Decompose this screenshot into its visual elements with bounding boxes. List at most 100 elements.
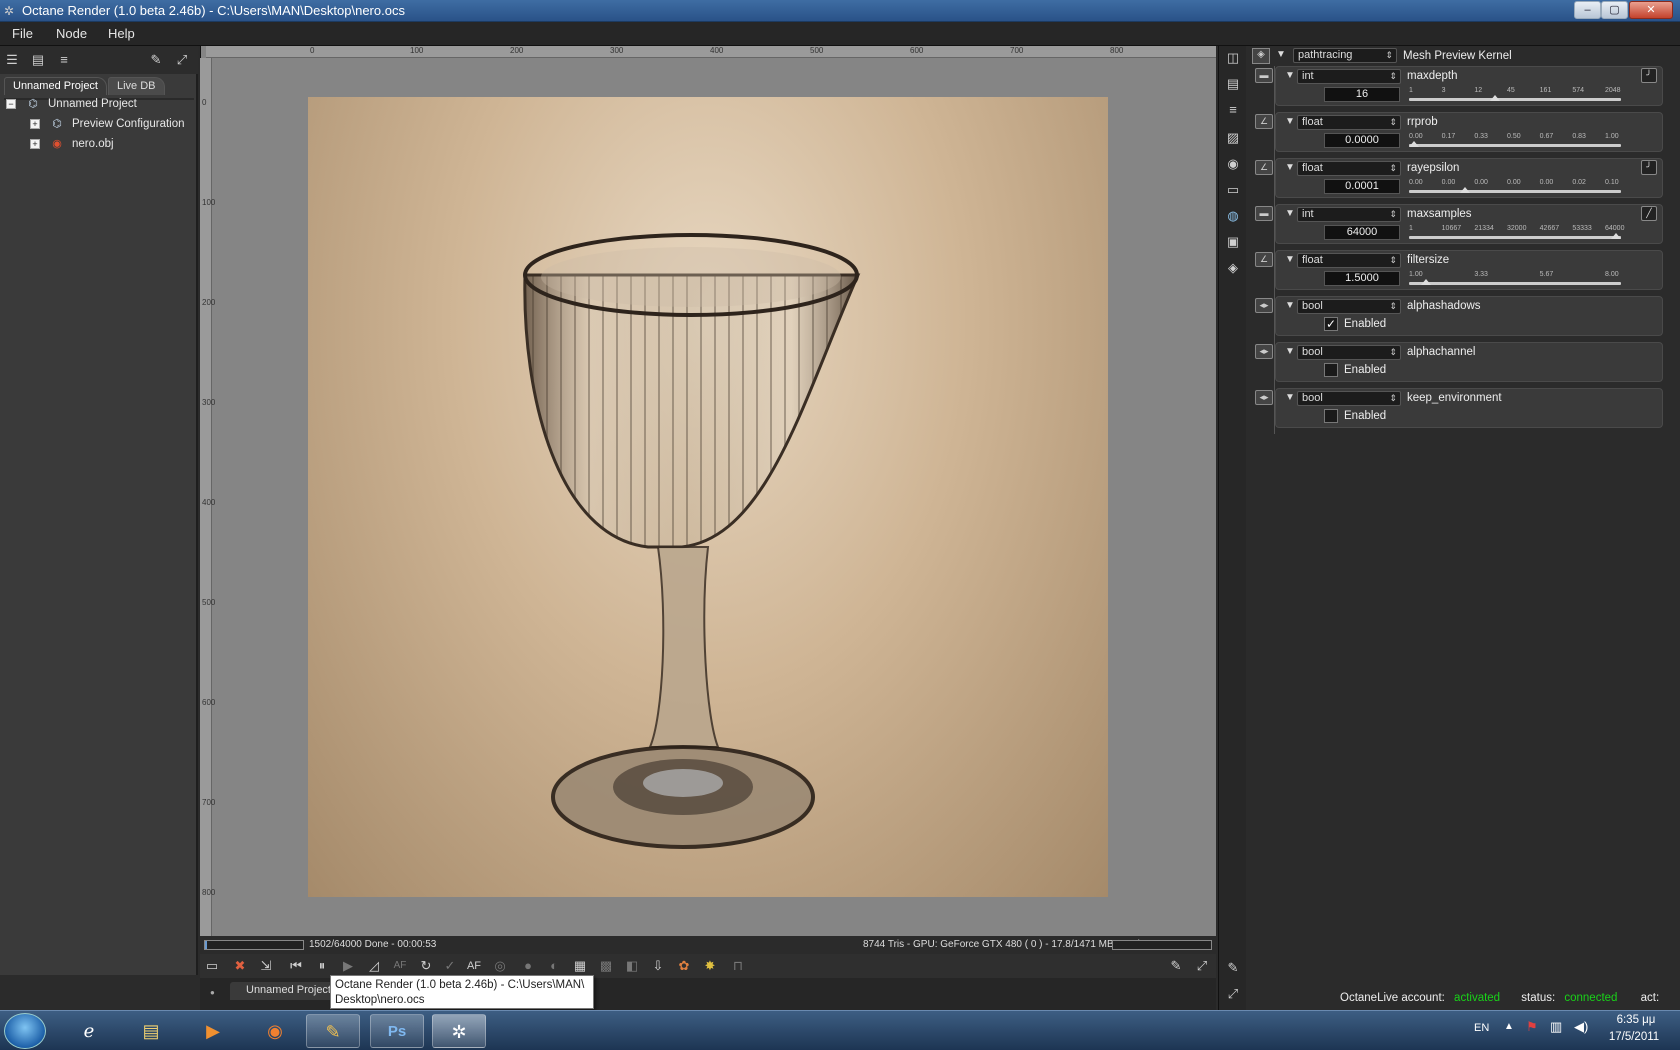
param-type-select[interactable]: float ⇕ — [1297, 161, 1401, 176]
param-type-icon[interactable]: ∠ — [1255, 114, 1273, 129]
minimize-button[interactable]: – — [1574, 1, 1601, 19]
param-type-icon[interactable]: ▬ — [1255, 206, 1273, 221]
volume-icon[interactable]: ◀) — [1574, 1019, 1588, 1035]
autofocus-button[interactable]: AF — [464, 957, 484, 975]
param-slider[interactable]: 0.00 0.17 0.33 0.50 0.67 0.83 1.00 — [1409, 133, 1621, 149]
collapse-triangle-icon[interactable]: ▼ — [1285, 70, 1295, 81]
autofocus-off-button[interactable]: AF — [390, 957, 410, 975]
param-type-icon[interactable]: ∠ — [1255, 160, 1273, 175]
start-button[interactable] — [4, 1013, 46, 1049]
palette-icon[interactable]: ✿ — [674, 957, 694, 975]
param-type-select[interactable]: bool ⇕ — [1297, 299, 1401, 314]
firefox-icon[interactable]: ◉ — [248, 1014, 302, 1048]
network-icon[interactable]: ▥ — [1550, 1019, 1562, 1035]
bool-type-icon[interactable]: ◂▸ — [1255, 390, 1273, 405]
close-button[interactable]: ✕ — [1629, 1, 1673, 19]
imager-icon[interactable]: ▣ — [1225, 234, 1241, 250]
kernel-icon[interactable]: ◈ — [1225, 260, 1241, 276]
param-slider[interactable]: 1 3 12 45 161 574 2048 — [1409, 87, 1621, 103]
action-center-icon[interactable]: ⚑ — [1526, 1019, 1538, 1035]
octane-icon[interactable]: ✲ — [432, 1014, 486, 1048]
param-type-icon[interactable]: ▬ — [1255, 68, 1273, 83]
light-icon[interactable]: ✸ — [700, 957, 720, 975]
clock-date[interactable]: 17/5/2011 — [1602, 1031, 1666, 1043]
fullscreen-icon[interactable]: ⤢ — [1192, 957, 1212, 975]
sphere-icon[interactable]: ● — [518, 957, 538, 975]
restart-icon[interactable]: ⏮ — [286, 957, 306, 975]
expand-icon[interactable]: + — [30, 119, 40, 129]
explorer-icon[interactable]: ▤ — [124, 1014, 178, 1048]
menu-file[interactable]: File — [12, 26, 33, 41]
sphere-alt-icon[interactable]: ◐ — [544, 957, 564, 975]
refresh-icon[interactable]: ↻ — [416, 957, 436, 975]
param-value-field[interactable]: 0.0001 — [1324, 179, 1400, 194]
camera-icon[interactable]: ◉ — [1225, 156, 1241, 172]
screen-icon[interactable]: ▭ — [202, 957, 222, 975]
collapse-triangle-icon[interactable]: ▼ — [1285, 162, 1295, 173]
bool-type-icon[interactable]: ◂▸ — [1255, 298, 1273, 313]
fullscreen-icon[interactable]: ⤢ — [174, 52, 190, 68]
collapse-triangle-icon[interactable]: ▼ — [1285, 254, 1295, 265]
tab-unnamed-project[interactable]: Unnamed Project — [4, 77, 107, 95]
param-slider[interactable]: 0.00 0.00 0.00 0.00 0.00 0.02 0.10 — [1409, 179, 1621, 195]
lock-icon[interactable]: ⊓ — [728, 957, 748, 975]
language-indicator[interactable]: EN — [1474, 1022, 1489, 1034]
environment-icon[interactable]: ◍ — [1225, 208, 1241, 224]
tiles-icon[interactable]: ◧ — [622, 957, 642, 975]
curve-icon[interactable]: ╯ — [1641, 68, 1657, 83]
menu-node[interactable]: Node — [56, 26, 87, 41]
slider-thumb[interactable] — [1611, 233, 1621, 239]
stereo-icon[interactable]: ◎ — [490, 957, 510, 975]
param-type-select[interactable]: int ⇕ — [1297, 207, 1401, 222]
layers-icon[interactable]: ▤ — [30, 52, 46, 68]
rendered-image[interactable] — [308, 97, 1108, 897]
list-icon[interactable]: ☰ — [4, 52, 20, 68]
param-type-select[interactable]: float ⇕ — [1297, 115, 1401, 130]
region-icon[interactable]: ▦ — [570, 957, 590, 975]
enabled-checkbox[interactable]: ✓ — [1324, 317, 1338, 331]
collapse-triangle-icon[interactable]: ▼ — [1285, 116, 1295, 127]
slider-thumb[interactable] — [1409, 141, 1419, 147]
param-value-field[interactable]: 16 — [1324, 87, 1400, 102]
slider-thumb[interactable] — [1421, 279, 1432, 285]
collapse-triangle-icon[interactable]: ▼ — [1285, 392, 1295, 403]
pause-icon[interactable]: ⏸ — [312, 957, 332, 975]
collapse-triangle-icon[interactable]: ▼ — [1285, 208, 1295, 219]
param-type-select[interactable]: bool ⇕ — [1297, 345, 1401, 360]
param-type-icon[interactable]: ∠ — [1255, 252, 1273, 267]
tab-live-db[interactable]: Live DB — [108, 77, 165, 95]
param-slider[interactable]: 1 10667 21334 32000 42667 53333 64000 — [1409, 225, 1624, 241]
param-type-select[interactable]: float ⇕ — [1297, 253, 1401, 268]
linear-icon[interactable]: ╱ — [1641, 206, 1657, 221]
clock-time[interactable]: 6:35 μμ — [1610, 1014, 1662, 1026]
menu-help[interactable]: Help — [108, 26, 135, 41]
photoshop-icon[interactable]: Ps — [370, 1014, 424, 1048]
param-value-field[interactable]: 0.0000 — [1324, 133, 1400, 148]
pick-focus-icon[interactable]: ◿ — [364, 957, 384, 975]
collapse-triangle-icon[interactable]: ▼ — [1285, 346, 1295, 357]
wrench-icon[interactable]: ✎ — [1225, 960, 1241, 976]
maximize-button[interactable]: ▢ — [1601, 1, 1628, 19]
collapse-triangle-icon[interactable]: ▼ — [1285, 300, 1295, 311]
slider-thumb[interactable] — [1459, 187, 1470, 193]
collapse-triangle-icon[interactable]: ▼ — [1276, 49, 1286, 60]
kernel-type-select[interactable]: pathtracing ⇕ — [1293, 48, 1397, 63]
media-player-icon[interactable]: ▶ — [186, 1014, 240, 1048]
show-hidden-icon[interactable]: ▲ — [1504, 1021, 1514, 1032]
image-icon[interactable]: ▨ — [1225, 130, 1241, 146]
collapse-icon[interactable]: ≡ — [1225, 102, 1241, 118]
export-icon[interactable]: ⇩ — [648, 957, 668, 975]
param-value-field[interactable]: 64000 — [1324, 225, 1400, 240]
checker-icon[interactable]: ▩ — [596, 957, 616, 975]
param-type-select[interactable]: bool ⇕ — [1297, 391, 1401, 406]
fit-view-icon[interactable]: ⇲ — [256, 957, 276, 975]
layers-icon[interactable]: ▤ — [1225, 76, 1241, 92]
param-value-field[interactable]: 1.5000 — [1324, 271, 1400, 286]
param-type-select[interactable]: int ⇕ — [1297, 69, 1401, 84]
bool-type-icon[interactable]: ◂▸ — [1255, 344, 1273, 359]
stop-render-icon[interactable]: ✖ — [230, 957, 250, 975]
collapse-icon[interactable]: − — [6, 99, 16, 109]
display-icon[interactable]: ▭ — [1225, 182, 1241, 198]
internet-explorer-icon[interactable]: ℯ — [62, 1014, 116, 1048]
param-slider[interactable]: 1.00 3.33 5.67 8.00 — [1409, 271, 1621, 287]
